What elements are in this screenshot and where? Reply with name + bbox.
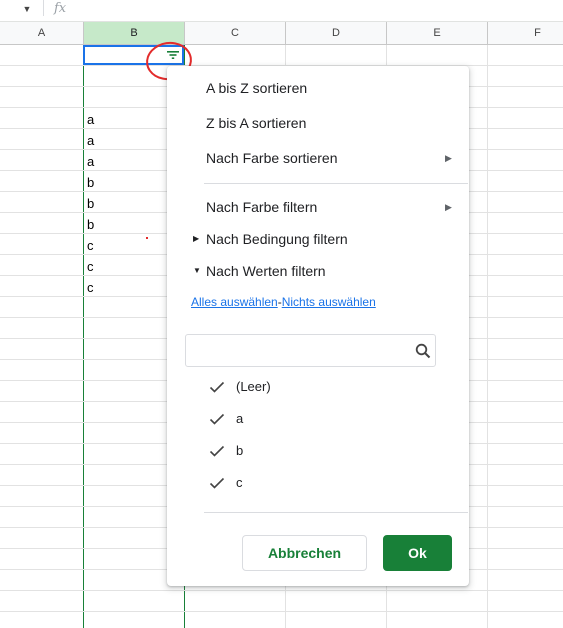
menu-item-filter-color[interactable]: Nach Farbe filtern ▶ [167,193,469,221]
cell-b12[interactable]: c [87,280,94,295]
search-icon[interactable] [415,343,431,359]
menu-item-sort-az[interactable]: A bis Z sortieren [167,74,469,102]
menu-item-label: Nach Bedingung filtern [206,231,348,247]
menu-item-label: Z bis A sortieren [206,115,307,131]
check-icon [209,445,225,457]
column-header-a[interactable]: A [0,22,84,44]
menu-item-filter-values[interactable]: ▼ Nach Werten filtern [167,257,469,285]
cell-b5[interactable]: a [87,133,94,148]
menu-divider [204,183,468,184]
menu-item-filter-condition[interactable]: ▶ Nach Bedingung filtern [167,225,469,253]
menu-item-label: Nach Farbe filtern [206,199,318,215]
select-all-link[interactable]: Alles auswählen [191,295,278,309]
check-icon [209,381,225,393]
row-border [0,611,563,612]
value-search-field[interactable] [185,334,436,367]
fx-icon: fx [54,1,67,16]
column-headers: A B C D E F [0,22,563,45]
select-none-link[interactable]: Nichts auswählen [282,295,376,309]
menu-divider [204,512,468,513]
cell-b4[interactable]: a [87,112,94,127]
menu-item-label: A bis Z sortieren [206,80,308,96]
menu-item-label: Nach Werten filtern [206,263,326,279]
column-border [487,45,488,628]
menu-item-sort-color[interactable]: Nach Farbe sortieren ▶ [167,144,469,172]
cell-b7[interactable]: b [87,175,94,190]
value-option-b[interactable]: b [167,437,469,465]
formula-bar-separator [43,0,44,16]
value-option-label: (Leer) [236,379,271,394]
menu-item-sort-za[interactable]: Z bis A sortieren [167,109,469,137]
column-border [83,45,84,628]
ok-button[interactable]: Ok [383,535,452,571]
column-header-c[interactable]: C [185,22,286,44]
cell-b11[interactable]: c [87,259,94,274]
triangle-down-icon[interactable]: ▼ [21,3,33,15]
check-icon [209,413,225,425]
triangle-down-icon: ▼ [193,266,201,275]
column-header-e[interactable]: E [387,22,488,44]
menu-item-label: Nach Farbe sortieren [206,150,338,166]
triangle-right-icon: ▶ [193,234,200,243]
formula-bar: ▼ fx [0,0,563,22]
column-header-b[interactable]: B [84,22,185,44]
value-option-label: a [236,411,244,426]
value-option-c[interactable]: c [167,469,469,497]
column-header-f[interactable]: F [488,22,563,44]
submenu-arrow-icon: ▶ [445,202,452,212]
cell-b9[interactable]: b [87,217,94,232]
value-option-label: c [236,475,243,490]
cell-b10[interactable]: c [87,238,94,253]
row-border [0,590,563,591]
value-option-a[interactable]: a [167,405,469,433]
value-search-input[interactable] [194,341,398,363]
filter-menu: A bis Z sortieren Z bis A sortieren Nach… [167,66,469,586]
value-option-empty[interactable]: (Leer) [167,373,469,401]
cancel-button[interactable]: Abbrechen [242,535,367,571]
submenu-arrow-icon: ▶ [445,153,452,163]
column-header-d[interactable]: D [286,22,387,44]
cell-b8[interactable]: b [87,196,94,211]
select-links: Alles auswählen-Nichts auswählen [191,295,376,309]
value-option-label: b [236,443,244,458]
red-dot-mark [146,237,148,239]
check-icon [209,477,225,489]
cell-b6[interactable]: a [87,154,94,169]
